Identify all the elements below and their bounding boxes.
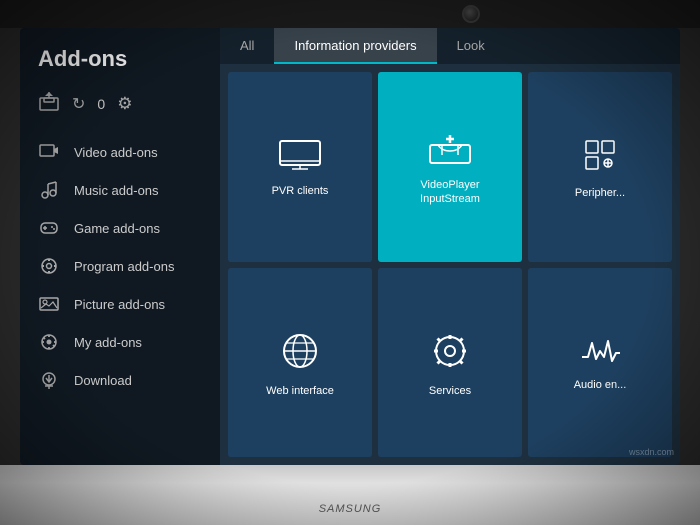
camera-lens [462, 5, 480, 23]
picture-label: Picture add-ons [74, 297, 165, 312]
web-label: Web interface [266, 384, 334, 398]
sidebar-item-download[interactable]: Download [20, 361, 220, 399]
game-icon [38, 217, 60, 239]
music-label: Music add-ons [74, 183, 159, 198]
sidebar-item-video[interactable]: Video add-ons [20, 133, 220, 171]
main-content: All Information providers Look [220, 28, 680, 465]
program-icon [38, 255, 60, 277]
tile-web[interactable]: Web interface [228, 268, 372, 458]
sidebar-item-music[interactable]: Music add-ons [20, 171, 220, 209]
sidebar-item-my[interactable]: My add-ons [20, 323, 220, 361]
watermark: wsxdn.com [629, 447, 674, 457]
videoplayer-label: VideoPlayer InputStream [420, 178, 480, 207]
settings-icon[interactable]: ⚙ [117, 94, 132, 114]
install-icon[interactable] [38, 90, 60, 117]
refresh-badge: 0 [97, 96, 105, 112]
program-label: Program add-ons [74, 259, 174, 274]
audio-label: Audio en... [574, 378, 627, 392]
samsung-logo: SAMSUNG [319, 503, 382, 515]
sidebar-item-game[interactable]: Game add-ons [20, 209, 220, 247]
picture-icon [38, 293, 60, 315]
download-icon [38, 369, 60, 391]
tile-pvr[interactable]: PVR clients [228, 72, 372, 262]
pvr-label: PVR clients [272, 184, 329, 198]
download-label: Download [74, 373, 132, 388]
tile-services[interactable]: Services [378, 268, 522, 458]
my-addons-icon [38, 331, 60, 353]
audio-icon [580, 337, 620, 370]
refresh-icon[interactable]: ↻ [72, 94, 85, 114]
services-label: Services [429, 384, 471, 398]
tile-videoplayer[interactable]: VideoPlayer InputStream [378, 72, 522, 262]
addon-grid: PVR clients [220, 64, 680, 465]
screen: Add-ons ↻ 0 [20, 28, 680, 465]
videoplayer-icon [428, 131, 472, 170]
sidebar-title: Add-ons [20, 46, 220, 90]
kodi-interface: Add-ons ↻ 0 [20, 28, 680, 465]
tab-all[interactable]: All [220, 28, 274, 64]
filter-tabs: All Information providers Look [220, 28, 680, 64]
my-addons-label: My add-ons [74, 335, 142, 350]
tab-information[interactable]: Information providers [274, 28, 436, 64]
sidebar-item-program[interactable]: Program add-ons [20, 247, 220, 285]
photo-background: Add-ons ↻ 0 [0, 0, 700, 525]
game-label: Game add-ons [74, 221, 160, 236]
web-icon [280, 331, 320, 376]
monitor-bezel: SAMSUNG [0, 465, 700, 525]
services-icon [430, 331, 470, 376]
video-icon [38, 141, 60, 163]
tile-peripherals[interactable]: Peripher... [528, 72, 672, 262]
peripherals-icon [582, 137, 618, 178]
tile-audio[interactable]: Audio en... [528, 268, 672, 458]
tab-look[interactable]: Look [437, 28, 505, 64]
video-label: Video add-ons [74, 145, 158, 160]
sidebar: Add-ons ↻ 0 [20, 28, 220, 465]
pvr-icon [278, 139, 322, 176]
camera-bar [0, 0, 700, 28]
music-icon [38, 179, 60, 201]
sidebar-toolbar: ↻ 0 ⚙ [20, 90, 220, 133]
peripherals-label: Peripher... [575, 186, 625, 200]
sidebar-item-picture[interactable]: Picture add-ons [20, 285, 220, 323]
